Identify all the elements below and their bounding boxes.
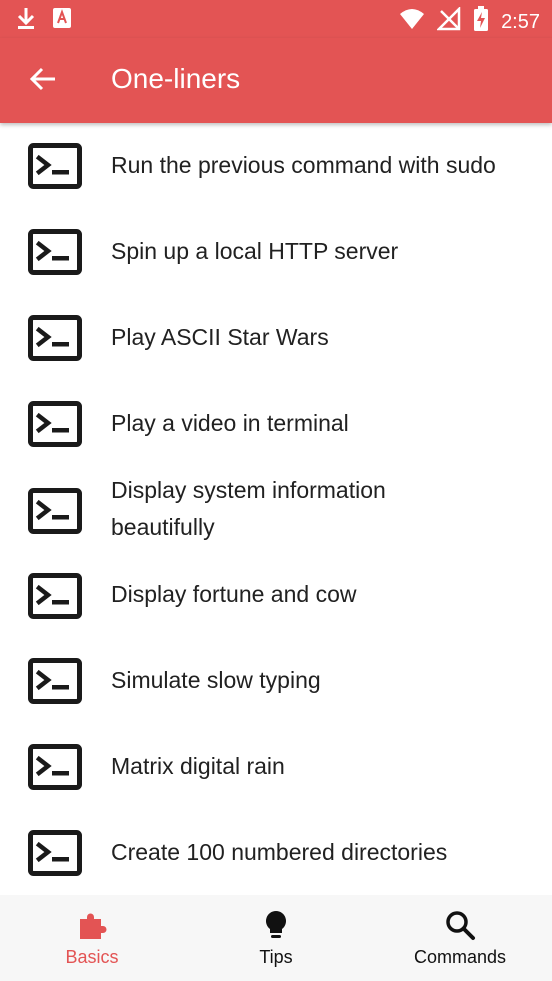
list-item[interactable]: Matrix digital rain [0,739,552,825]
terminal-icon [28,830,82,876]
terminal-icon [28,143,82,189]
list-item[interactable]: Create 100 numbered directories [0,825,552,895]
list-item[interactable]: Play ASCII Star Wars [0,295,552,381]
list-item-label: Play ASCII Star Wars [111,324,329,350]
list-item-label: Play a video in terminal [111,410,349,436]
list-item-label: Spin up a local HTTP server [111,238,399,264]
lightbulb-icon [266,911,286,938]
list-item[interactable]: Run the previous command with sudo [0,123,552,209]
status-time: 2:57 [501,10,540,33]
list-item-label: Display fortune and cow [111,581,357,607]
wifi-icon [399,8,425,35]
download-icon [16,6,36,35]
search-icon [446,911,475,940]
back-button[interactable] [22,58,64,100]
app-bar: One-liners [0,38,552,123]
terminal-icon [28,488,82,534]
arrow-left-icon [29,67,55,91]
status-bar: 2:57 [0,0,552,38]
list-item[interactable]: Simulate slow typing [0,653,552,739]
nav-label: Basics [65,947,119,967]
list-item[interactable]: Spin up a local HTTP server [0,209,552,295]
terminal-icon [28,315,82,361]
no-signal-icon [436,5,461,36]
terminal-icon [28,229,82,275]
battery-charging-icon [473,6,489,37]
nav-item-tips[interactable]: Tips [184,895,368,981]
list-item-label: Display system information beautifully [111,477,386,540]
terminal-icon [28,658,82,704]
terminal-icon [28,573,82,619]
terminal-icon [28,744,82,790]
one-liners-list: Run the previous command with sudo Spin … [0,123,552,895]
list-item[interactable]: Display fortune and cow [0,567,552,653]
list-item-label: Simulate slow typing [111,667,321,693]
nav-item-commands[interactable]: Commands [368,895,552,981]
list-item[interactable]: Display system information beautifully [0,467,552,567]
list-item-label: Create 100 numbered directories [111,839,448,865]
list-item-label: Matrix digital rain [111,753,285,779]
nav-item-basics[interactable]: Basics [0,895,184,981]
list-item-label: Run the previous command with sudo [111,152,496,178]
nav-label: Tips [259,947,293,967]
page-title: One-liners [111,63,241,94]
nav-label: Commands [413,947,507,967]
list-item[interactable]: Play a video in terminal [0,381,552,467]
terminal-icon [28,401,82,447]
puzzle-piece-icon [80,913,107,939]
app-notification-icon [52,7,72,34]
bottom-navigation: Basics Tips Commands [0,895,552,981]
